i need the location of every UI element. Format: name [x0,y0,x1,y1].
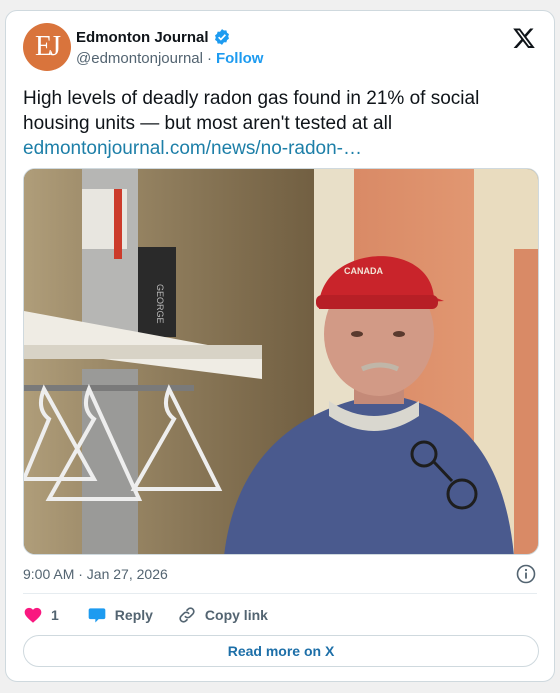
reply-bubble-icon [88,608,106,623]
link-icon [179,607,195,623]
follow-button[interactable]: Follow [216,50,264,67]
tweet-body: High levels of deadly radon gas found in… [23,86,538,161]
info-icon[interactable] [516,564,536,589]
tweet-link[interactable]: edmontonjournal.com/news/no-radon-… [23,136,538,161]
box-text: GEORGE [155,284,165,324]
handle-row: @edmontonjournal · Follow [76,50,263,67]
verified-badge-icon [213,28,231,46]
action-bar: 1 Reply Copy link [23,605,268,625]
read-more-button[interactable]: Read more on X [23,635,539,667]
tweet-card: EJ Edmonton Journal @edmontonjournal · F… [5,10,555,682]
like-count: 1 [51,607,59,623]
heart-icon [24,607,42,623]
reply-label: Reply [114,607,153,623]
tweet-photo[interactable]: GEORGE CANADA [23,168,539,555]
copy-link-label: Copy link [204,607,268,623]
divider [23,593,537,594]
separator: · [206,50,212,67]
cap-text: CANADA [344,266,383,276]
author-name-row: Edmonton Journal [76,28,231,46]
display-name[interactable]: Edmonton Journal [76,29,209,46]
like-button[interactable]: 1 [23,605,59,625]
reply-button[interactable]: Reply [87,605,153,625]
avatar-initials: EJ [35,31,61,62]
copy-link-button[interactable]: Copy link [177,605,268,625]
x-logo-icon[interactable] [512,26,536,50]
tweet-text: High levels of deadly radon gas found in… [23,88,480,134]
handle[interactable]: @edmontonjournal [76,50,203,67]
timestamp[interactable]: 9:00 AM · Jan 27, 2026 [23,566,168,582]
avatar[interactable]: EJ [23,23,71,71]
read-more-label: Read more on X [227,643,335,659]
